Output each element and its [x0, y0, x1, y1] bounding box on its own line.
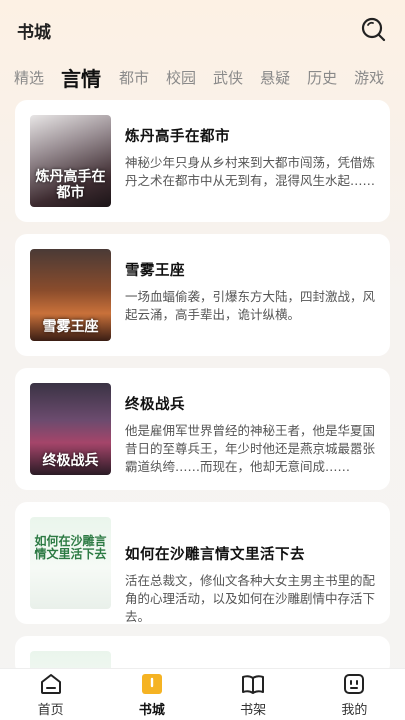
tab-xuanyi[interactable]: 悬疑	[260, 67, 290, 88]
book-card[interactable]: 雪雾王座 雪雾王座 一场血蝠偷袭，引爆东方大陆，四封激战，风起云涌，高手辈出，诡…	[15, 234, 390, 356]
nav-profile[interactable]: 我的	[314, 672, 394, 718]
profile-icon	[344, 673, 365, 694]
book-title[interactable]: 如何在沙雕言情文里活下去	[125, 543, 376, 564]
book-title[interactable]: 终极战兵	[125, 393, 376, 414]
search-icon	[361, 17, 386, 42]
book-info: 终极战兵 他是雇佣军世界曾经的神秘王者，他是华夏国昔日的至尊兵王，年少时他还是燕…	[125, 383, 376, 476]
book-card[interactable]: 炼丹高手在都市 炼丹高手在都市 神秘少年只身从乡村来到大都市闯荡，凭借炼丹之术在…	[15, 100, 390, 222]
book-title[interactable]: 炼丹高手在都市	[125, 125, 376, 146]
bookstore-icon	[141, 673, 162, 694]
nav-profile-label: 我的	[341, 702, 368, 718]
cover-title: 终极战兵	[42, 452, 99, 469]
book-card[interactable]: 终极战兵 终极战兵 他是雇佣军世界曾经的神秘王者，他是华夏国昔日的至尊兵王，年少…	[15, 368, 390, 490]
book-description: 神秘少年只身从乡村来到大都市闯荡，凭借炼丹之术在都市中从无到有，混得风生水起……	[125, 155, 376, 188]
book-cover[interactable]: 雪雾王座	[30, 249, 111, 341]
tab-youxi[interactable]: 游戏	[354, 67, 384, 88]
book-title[interactable]: 雪雾王座	[125, 259, 376, 280]
book-description: 活在总裁文，修仙文各种大女主男主书里的配角的心理活动，以及如何在沙雕剧情中存活下…	[125, 573, 376, 624]
book-info: 如何在沙雕言情文里活下去 活在总裁文，修仙文各种大女主男主书里的配角的心理活动，…	[125, 517, 376, 626]
book-description: 他是雇佣军世界曾经的神秘王者，他是华夏国昔日的至尊兵王，年少时他还是燕京城最嚣张…	[125, 423, 376, 474]
category-tabs: 精选 言情 都市 校园 武侠 悬疑 历史 游戏	[0, 60, 405, 94]
cover-title: 如何在沙雕言情文里活下去	[34, 534, 107, 562]
nav-home[interactable]: 首页	[11, 672, 91, 718]
book-cover[interactable]: 终极战兵	[30, 383, 111, 475]
nav-bookshelf-label: 书架	[240, 702, 267, 718]
bookshelf-icon	[242, 674, 265, 694]
book-list: 炼丹高手在都市 炼丹高手在都市 神秘少年只身从乡村来到大都市闯荡，凭借炼丹之术在…	[15, 100, 390, 676]
book-card[interactable]: 如何在沙雕言情文里活下去 如何在沙雕言情文里活下去 活在总裁文，修仙文各种大女主…	[15, 502, 390, 624]
nav-home-label: 首页	[37, 702, 64, 718]
tab-lishi[interactable]: 历史	[307, 67, 337, 88]
cover-title: 炼丹高手在都市	[35, 169, 106, 201]
tab-yanqing[interactable]: 言情	[61, 63, 101, 92]
cover-title: 雪雾王座	[42, 318, 99, 335]
book-cover[interactable]: 如何在沙雕言情文里活下去	[30, 517, 111, 609]
top-bar: 书城	[0, 0, 405, 58]
search-button[interactable]	[359, 15, 387, 43]
book-cover[interactable]: 炼丹高手在都市	[30, 115, 111, 207]
book-info: 雪雾王座 一场血蝠偷袭，引爆东方大陆，四封激战，风起云涌，高手辈出，诡计纵横。	[125, 249, 376, 324]
tab-jingxuan[interactable]: 精选	[14, 67, 44, 88]
tab-dushi[interactable]: 都市	[119, 67, 149, 88]
nav-bookstore-label: 书城	[138, 702, 165, 718]
bottom-nav: 首页 书城 书架 我的	[0, 668, 405, 720]
tab-xiaoyuan[interactable]: 校园	[166, 67, 196, 88]
nav-bookstore[interactable]: 书城	[112, 672, 192, 718]
home-icon	[40, 673, 61, 694]
book-description: 一场血蝠偷袭，引爆东方大陆，四封激战，风起云涌，高手辈出，诡计纵横。	[125, 289, 376, 322]
nav-bookshelf[interactable]: 书架	[213, 672, 293, 718]
book-info: 炼丹高手在都市 神秘少年只身从乡村来到大都市闯荡，凭借炼丹之术在都市中从无到有，…	[125, 115, 376, 190]
tab-wuxia[interactable]: 武侠	[213, 67, 243, 88]
page-title: 书城	[17, 22, 51, 43]
